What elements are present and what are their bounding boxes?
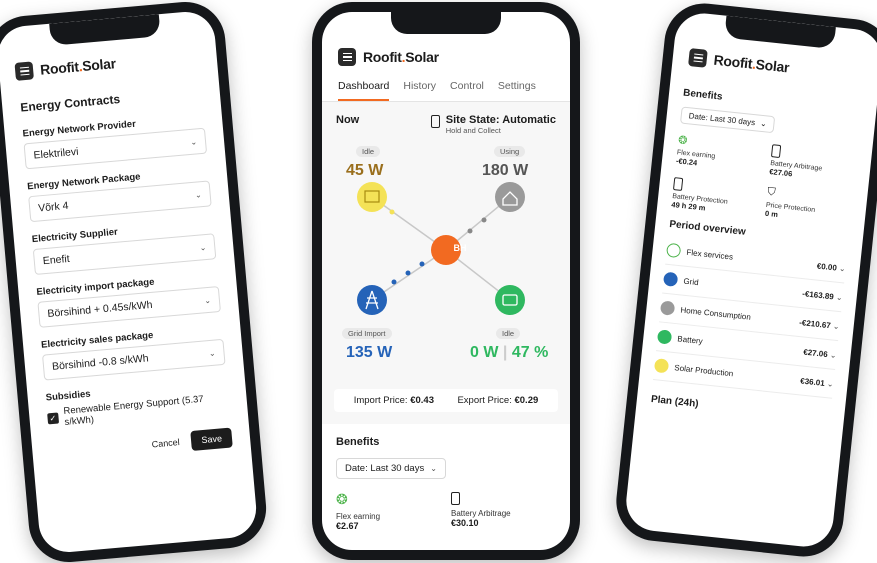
- flow-dot: [419, 261, 425, 267]
- battery-status: Idle: [496, 328, 521, 339]
- select-value: Võrk 4: [37, 199, 70, 215]
- chevron-down-icon: ⌄: [208, 348, 216, 358]
- check-icon[interactable]: ✓: [47, 412, 59, 424]
- export-price: Export Price: €0.29: [457, 395, 539, 406]
- chevron-down-icon: ⌄: [189, 136, 198, 147]
- site-state-subtitle: Hold and Collect: [445, 126, 501, 135]
- logo: Roofit.Solar: [363, 49, 439, 65]
- chevron-down-icon: ⌄: [838, 263, 847, 273]
- chevron-down-icon: ⌄: [194, 189, 203, 200]
- category-icon: [665, 242, 682, 259]
- chevron-down-icon: ⌄: [203, 295, 212, 305]
- select-value: Elektrilevi: [33, 145, 79, 162]
- flow-dot: [467, 228, 473, 234]
- solar-node[interactable]: [357, 182, 387, 212]
- benefit-price-protection: ⛉ Price Protection 0 m: [764, 186, 853, 228]
- home-status: Using: [494, 146, 526, 157]
- date-range-dropdown[interactable]: Date: Last 30 days ⌄: [336, 458, 446, 479]
- chevron-down-icon: ⌄: [199, 242, 207, 253]
- chevron-down-icon: ⌄: [832, 321, 841, 331]
- category-icon: [653, 358, 670, 374]
- benefits-section: Benefits Date: Last 30 days ⌄ ❂ Flex earn…: [322, 424, 570, 543]
- chevron-down-icon: ⌄: [829, 349, 838, 360]
- solar-value: 45 W: [346, 162, 384, 179]
- battery-shield-icon: [672, 177, 684, 191]
- hub-label: BH: [453, 243, 467, 253]
- form-actions: Cancel Save: [50, 427, 233, 463]
- battery-icon: [430, 115, 440, 128]
- benefit-flex-earning: ❂ Flex earning €2.67: [336, 491, 441, 531]
- select-value: Börsihind -0.8 s/kWh: [51, 352, 150, 373]
- tab-control[interactable]: Control: [450, 80, 484, 101]
- screen-left: Roofit.Solar Energy Contracts Energy Net…: [0, 9, 259, 555]
- flow-dot: [405, 270, 411, 276]
- benefit-battery-arbitrage: Battery Arbitrage €27.06: [769, 143, 858, 185]
- grid-value: 135 W: [346, 344, 393, 361]
- phone-left: Roofit.Solar Energy Contracts Energy Net…: [0, 0, 270, 563]
- import-price: Import Price: €0.43: [353, 395, 434, 406]
- logo: Roofit.Solar: [712, 51, 790, 76]
- site-state-title: Site State: Automatic: [445, 114, 556, 126]
- price-bar: Import Price: €0.43 Export Price: €0.29: [334, 389, 558, 412]
- home-node[interactable]: [495, 182, 525, 212]
- battery-icon: [451, 492, 460, 505]
- grid-node[interactable]: [357, 285, 387, 315]
- tab-history[interactable]: History: [403, 80, 436, 101]
- benefit-battery-arbitrage: Battery Arbitrage €30.10: [451, 491, 556, 531]
- now-card: Now Site State: Automatic Hold and Colle…: [322, 102, 570, 424]
- save-button[interactable]: Save: [190, 427, 233, 451]
- benefits-title: Benefits: [336, 436, 380, 448]
- battery-node[interactable]: [495, 285, 525, 315]
- category-icon: [659, 300, 676, 316]
- menu-icon[interactable]: [338, 48, 356, 66]
- select-value: Börsihind + 0.45s/kWh: [46, 298, 153, 321]
- chevron-down-icon: ⌄: [835, 292, 844, 302]
- logo: Roofit.Solar: [39, 55, 117, 78]
- menu-icon[interactable]: [688, 48, 708, 68]
- benefit-battery-protection: Battery Protection 49 h 29 m: [671, 176, 760, 218]
- page-title: Energy Contracts: [19, 91, 121, 115]
- category-icon: [662, 271, 679, 287]
- home-value: 180 W: [482, 162, 529, 179]
- solar-status: Idle: [356, 146, 381, 157]
- flow-dot: [481, 217, 487, 223]
- tab-bar: Dashboard History Control Settings: [322, 74, 570, 102]
- tab-settings[interactable]: Settings: [498, 80, 536, 101]
- benefit-flex-earning: ❂ Flex earning -€0.24: [675, 133, 764, 175]
- energy-contracts-form: Energy Contracts Energy Network Provider…: [1, 71, 252, 477]
- battery-icon: [770, 144, 782, 159]
- leaf-icon: ❂: [336, 491, 348, 507]
- cancel-button[interactable]: Cancel: [151, 437, 180, 449]
- menu-icon[interactable]: [14, 61, 34, 81]
- battery-value: 0 W | 47 %: [470, 344, 549, 361]
- tab-dashboard[interactable]: Dashboard: [338, 80, 390, 101]
- site-state: Site State: Automatic Hold and Collect: [430, 114, 556, 135]
- plan-title: Plan (24h): [650, 393, 700, 410]
- flow-dot: [389, 209, 395, 215]
- chevron-down-icon: ⌄: [430, 464, 437, 473]
- date-range-dropdown[interactable]: Date: Last 30 days ⌄: [679, 106, 776, 134]
- flow-dot: [391, 279, 397, 285]
- chevron-down-icon: ⌄: [759, 118, 768, 129]
- now-title: Now: [336, 114, 360, 126]
- category-icon: [656, 329, 673, 345]
- phone-right: Roofit.Solar Benefits Date: Last 30 days…: [612, 0, 877, 561]
- chevron-down-icon: ⌄: [826, 378, 835, 389]
- select-value: Enefit: [42, 252, 71, 268]
- phone-center: Roofit.Solar Dashboard History Control S…: [312, 2, 580, 560]
- screen-right: Roofit.Solar Benefits Date: Last 30 days…: [623, 10, 877, 550]
- notch: [391, 12, 501, 34]
- screen-center: Roofit.Solar Dashboard History Control S…: [322, 12, 570, 550]
- grid-status: Grid Import: [342, 328, 392, 339]
